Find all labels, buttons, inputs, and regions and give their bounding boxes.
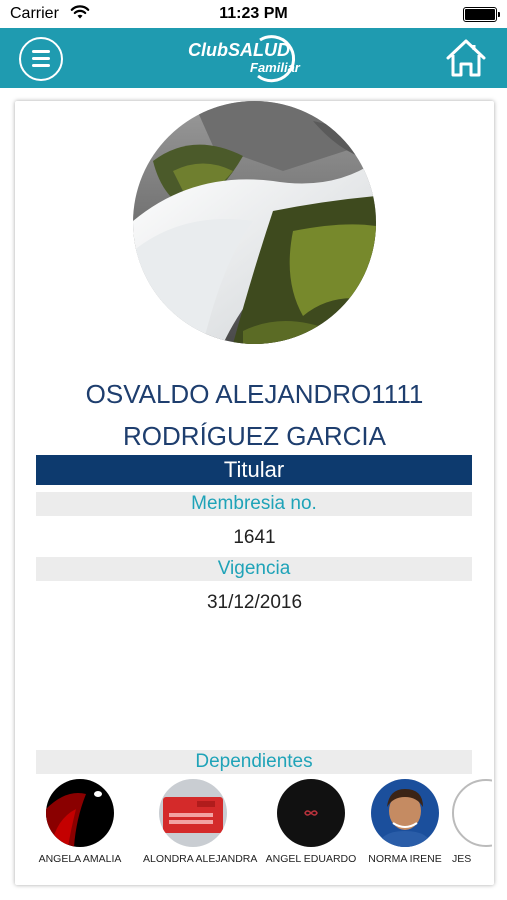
member-name: OSVALDO ALEJANDRO1111 RODRÍGUEZ GARCIA (15, 373, 494, 457)
battery-icon (463, 7, 500, 22)
member-card: OSVALDO ALEJANDRO1111 RODRÍGUEZ GARCIA T… (15, 101, 494, 885)
validity-date: 31/12/2016 (206, 592, 303, 613)
membership-number: 1641 (233, 527, 276, 548)
menu-button[interactable] (19, 37, 63, 81)
menu-icon (32, 50, 50, 53)
dependent-name: ALONDRA ALEJANDRA (143, 853, 258, 865)
svg-text:ClubSALUD: ClubSALUD (188, 40, 290, 60)
dependent-item[interactable]: NORMA IRENE (355, 779, 455, 865)
profile-photo[interactable] (133, 101, 376, 344)
dependent-avatar (371, 779, 439, 847)
dependent-avatar (159, 779, 227, 847)
dependent-name: NORMA IRENE (368, 853, 442, 865)
validity-label: Vigencia (36, 557, 472, 581)
dependent-name: ANGELA AMALIA (38, 853, 122, 865)
membership-label: Membresia no. (36, 492, 472, 516)
dependent-item[interactable]: ANGEL EDUARDO (261, 779, 361, 865)
clubsalud-logo: ClubSALUD Familiar (188, 35, 301, 83)
home-icon[interactable] (444, 36, 488, 80)
member-name-line1: OSVALDO ALEJANDRO1111 (85, 379, 424, 409)
dependent-name: JES (452, 853, 472, 865)
dependents-label: Dependientes (36, 750, 472, 774)
status-bar: Carrier 11:23 PM (0, 0, 507, 28)
svg-text:Familiar: Familiar (250, 60, 301, 75)
dependent-avatar (452, 779, 492, 847)
role-banner: Titular (36, 455, 472, 485)
dependent-item[interactable]: ALONDRA ALEJANDRA (143, 779, 258, 865)
nav-bar: ClubSALUD Familiar (0, 28, 507, 88)
clock: 11:23 PM (219, 5, 288, 22)
dependent-name: ANGEL EDUARDO (265, 853, 357, 865)
dependent-item[interactable]: JES (452, 779, 492, 865)
dependent-avatar (277, 779, 345, 847)
dependents-carousel[interactable]: ANGELA AMALIA ALONDRA ALEJANDRA ANGEL ED… (15, 779, 494, 869)
dependent-avatar (46, 779, 114, 847)
member-name-line2: RODRÍGUEZ GARCIA (123, 421, 386, 451)
dependent-item[interactable]: ANGELA AMALIA (30, 779, 130, 865)
